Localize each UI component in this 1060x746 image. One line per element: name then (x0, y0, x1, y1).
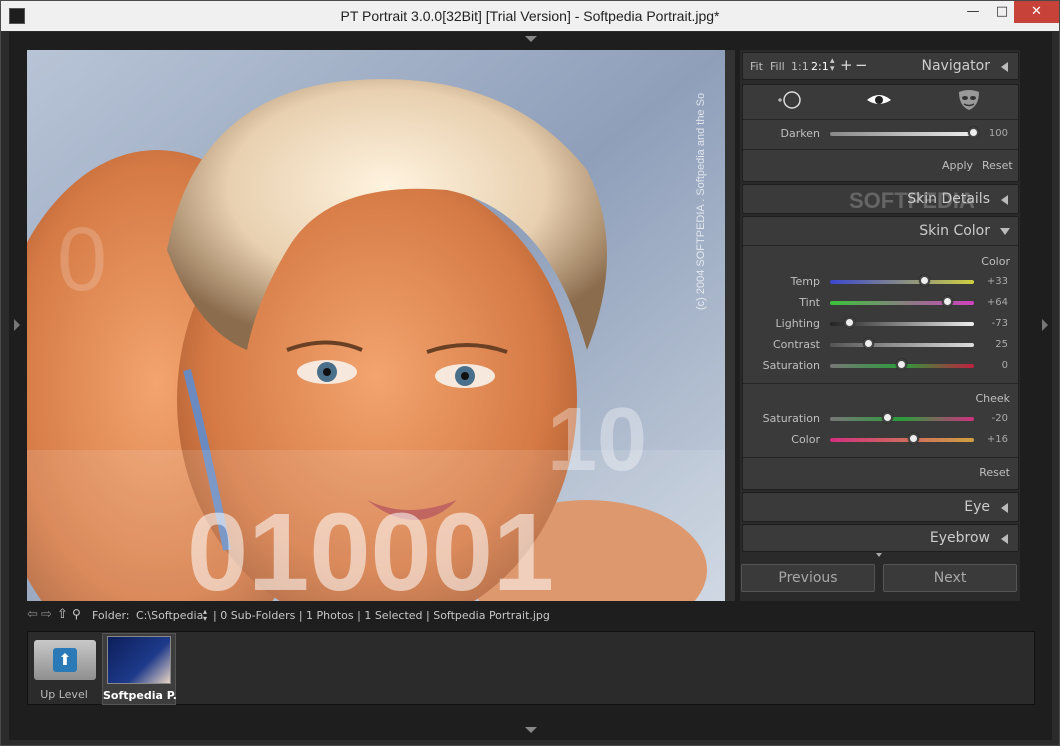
eyebrow-title[interactable]: Eyebrow (930, 530, 990, 546)
skin-details-expand-icon[interactable] (1001, 195, 1008, 205)
tools-section: Darken 100 Apply Reset (742, 84, 1019, 182)
eye-title[interactable]: Eye (964, 499, 990, 515)
zoom-custom-select[interactable]: 2:1 (811, 60, 829, 73)
folder-info: | 0 Sub-Folders | 1 Photos | 1 Selected … (213, 609, 550, 622)
color-temp-slider-track[interactable] (830, 280, 974, 284)
color-lighting-slider-knob[interactable] (844, 317, 856, 328)
photo-scroll-strip (725, 50, 735, 601)
color-lighting-value: -73 (991, 318, 1008, 329)
photo-thumbnail-item[interactable]: Softpedia P... (102, 633, 177, 705)
color-group-label: Color (981, 255, 1010, 268)
eye-tool-icon[interactable] (864, 88, 894, 112)
portrait-photo: 010001 10 0 (27, 50, 725, 601)
folder-select[interactable]: C:\Softpedia (136, 609, 203, 622)
cheek-color-label: Color (791, 433, 820, 446)
close-button[interactable]: ✕ (1014, 1, 1059, 23)
color-contrast-label: Contrast (772, 338, 820, 351)
up-level-item[interactable]: ⬆ Up Level (32, 636, 96, 702)
skin-color-collapse-icon[interactable] (1000, 228, 1010, 235)
color-saturation-label: Saturation (762, 359, 820, 372)
cheek-saturation-label: Saturation (762, 412, 820, 425)
svg-text:010001: 010001 (187, 491, 554, 601)
up-level-label: Up Level (40, 688, 88, 701)
zoom-fill-button[interactable]: Fill (770, 60, 785, 73)
skin-color-section: Skin Color Color Temp +33 Tint +64 Lighting -… (742, 216, 1019, 490)
thumbnail-label: Softpedia P... (103, 689, 177, 702)
right-panel: Fit Fill 1:1 2:1 ▴ ▾ + − Navigator Darke… (740, 50, 1020, 601)
back-arrow-icon[interactable]: ⇦ (27, 607, 38, 622)
color-temp-label: Temp (790, 275, 820, 288)
cheek-color-slider-track[interactable] (830, 438, 974, 442)
color-temp-value: +33 (986, 276, 1008, 287)
next-button[interactable]: Next (883, 564, 1017, 592)
photo-caption: (c) 2004 SOFTPEDIA . Softpedia and the S… (695, 92, 707, 310)
cheek-saturation-slider-track[interactable] (830, 417, 974, 421)
tools-reset-button[interactable]: Reset (982, 159, 1013, 172)
cheek-color-slider-knob[interactable] (907, 433, 919, 444)
darken-value: 100 (988, 128, 1008, 139)
window-title: PT Portrait 3.0.0[32Bit] [Trial Version]… (340, 8, 720, 24)
skin-details-section[interactable]: SOFTPEDIA Skin Details (742, 184, 1019, 214)
forward-arrow-icon[interactable]: ⇨ (41, 607, 52, 622)
panel-scroll-down-icon[interactable] (876, 553, 882, 557)
photo-canvas[interactable]: 010001 10 0 (c) 2004 SOFTPEDIA . Softped… (27, 50, 725, 601)
zoom-custom-spinner-icon[interactable]: ▴ ▾ (830, 57, 835, 74)
color-contrast-slider-track[interactable] (830, 343, 974, 347)
color-tint-slider-knob[interactable] (942, 296, 954, 307)
svg-text:10: 10 (547, 390, 647, 490)
color-lighting-label: Lighting (775, 317, 820, 330)
skin-details-title[interactable]: Skin Details (907, 191, 990, 207)
navigator-section: Fit Fill 1:1 2:1 ▴ ▾ + − Navigator (742, 52, 1019, 80)
cheek-saturation-slider-knob[interactable] (881, 412, 893, 423)
eye-expand-icon[interactable] (1001, 503, 1008, 513)
up-arrow-icon[interactable]: ⇧ (57, 607, 68, 622)
previous-button[interactable]: Previous (741, 564, 875, 592)
eyebrow-section[interactable]: Eyebrow (742, 524, 1019, 552)
cheek-saturation-value: -20 (991, 413, 1008, 424)
color-tint-value: +64 (986, 297, 1008, 308)
apply-button[interactable]: Apply (942, 159, 973, 172)
darken-slider-track[interactable] (830, 132, 974, 136)
skin-color-title[interactable]: Skin Color (919, 223, 990, 239)
app-window: PT Portrait 3.0.0[32Bit] [Trial Version]… (0, 0, 1060, 746)
eye-section[interactable]: Eye (742, 492, 1019, 522)
color-saturation-slider-knob[interactable] (896, 359, 907, 370)
color-contrast-slider-knob[interactable] (862, 338, 874, 349)
svg-text:0: 0 (57, 210, 107, 310)
cheek-group-label: Cheek (975, 392, 1010, 405)
collapse-top-arrow-icon[interactable] (525, 36, 537, 42)
color-tint-label: Tint (799, 296, 820, 309)
eyebrow-expand-icon[interactable] (1001, 534, 1008, 544)
up-arrow-folder-icon: ⬆ (53, 648, 77, 672)
cheek-color-value: +16 (986, 434, 1008, 445)
mask-icon[interactable] (954, 88, 984, 112)
color-temp-slider-knob[interactable] (919, 275, 931, 286)
navigator-title[interactable]: Navigator (921, 58, 990, 74)
folder-label: Folder: (92, 609, 130, 622)
collapse-right-arrow-icon[interactable] (1042, 319, 1048, 331)
zoom-fit-button[interactable]: Fit (750, 60, 763, 73)
folder-spinner-icon[interactable]: ▴ ▾ (203, 608, 207, 623)
photo-thumbnail (107, 636, 171, 684)
darken-label: Darken (780, 127, 820, 140)
title-bar: PT Portrait 3.0.0[32Bit] [Trial Version]… (1, 1, 1059, 31)
folder-bar: ⇦ ⇨ ⇧ ⚲ Folder: C:\Softpedia ▴ ▾ | 0 Sub-… (27, 607, 1035, 627)
color-contrast-value: 25 (995, 339, 1008, 350)
zoom-in-button[interactable]: + (840, 56, 853, 74)
zoom-out-button[interactable]: − (855, 56, 868, 74)
color-saturation-value: 0 (1001, 360, 1008, 371)
collapse-bottom-arrow-icon[interactable] (525, 727, 537, 733)
skin-color-reset-button[interactable]: Reset (979, 466, 1010, 479)
brush-circle-icon[interactable] (775, 88, 805, 112)
filmstrip: ⬆ Up Level Softpedia P... (27, 631, 1035, 705)
navigator-expand-icon[interactable] (1001, 62, 1008, 72)
collapse-left-arrow-icon[interactable] (14, 319, 20, 331)
search-icon[interactable]: ⚲ (72, 607, 81, 621)
zoom-1-1-button[interactable]: 1:1 (791, 60, 809, 73)
